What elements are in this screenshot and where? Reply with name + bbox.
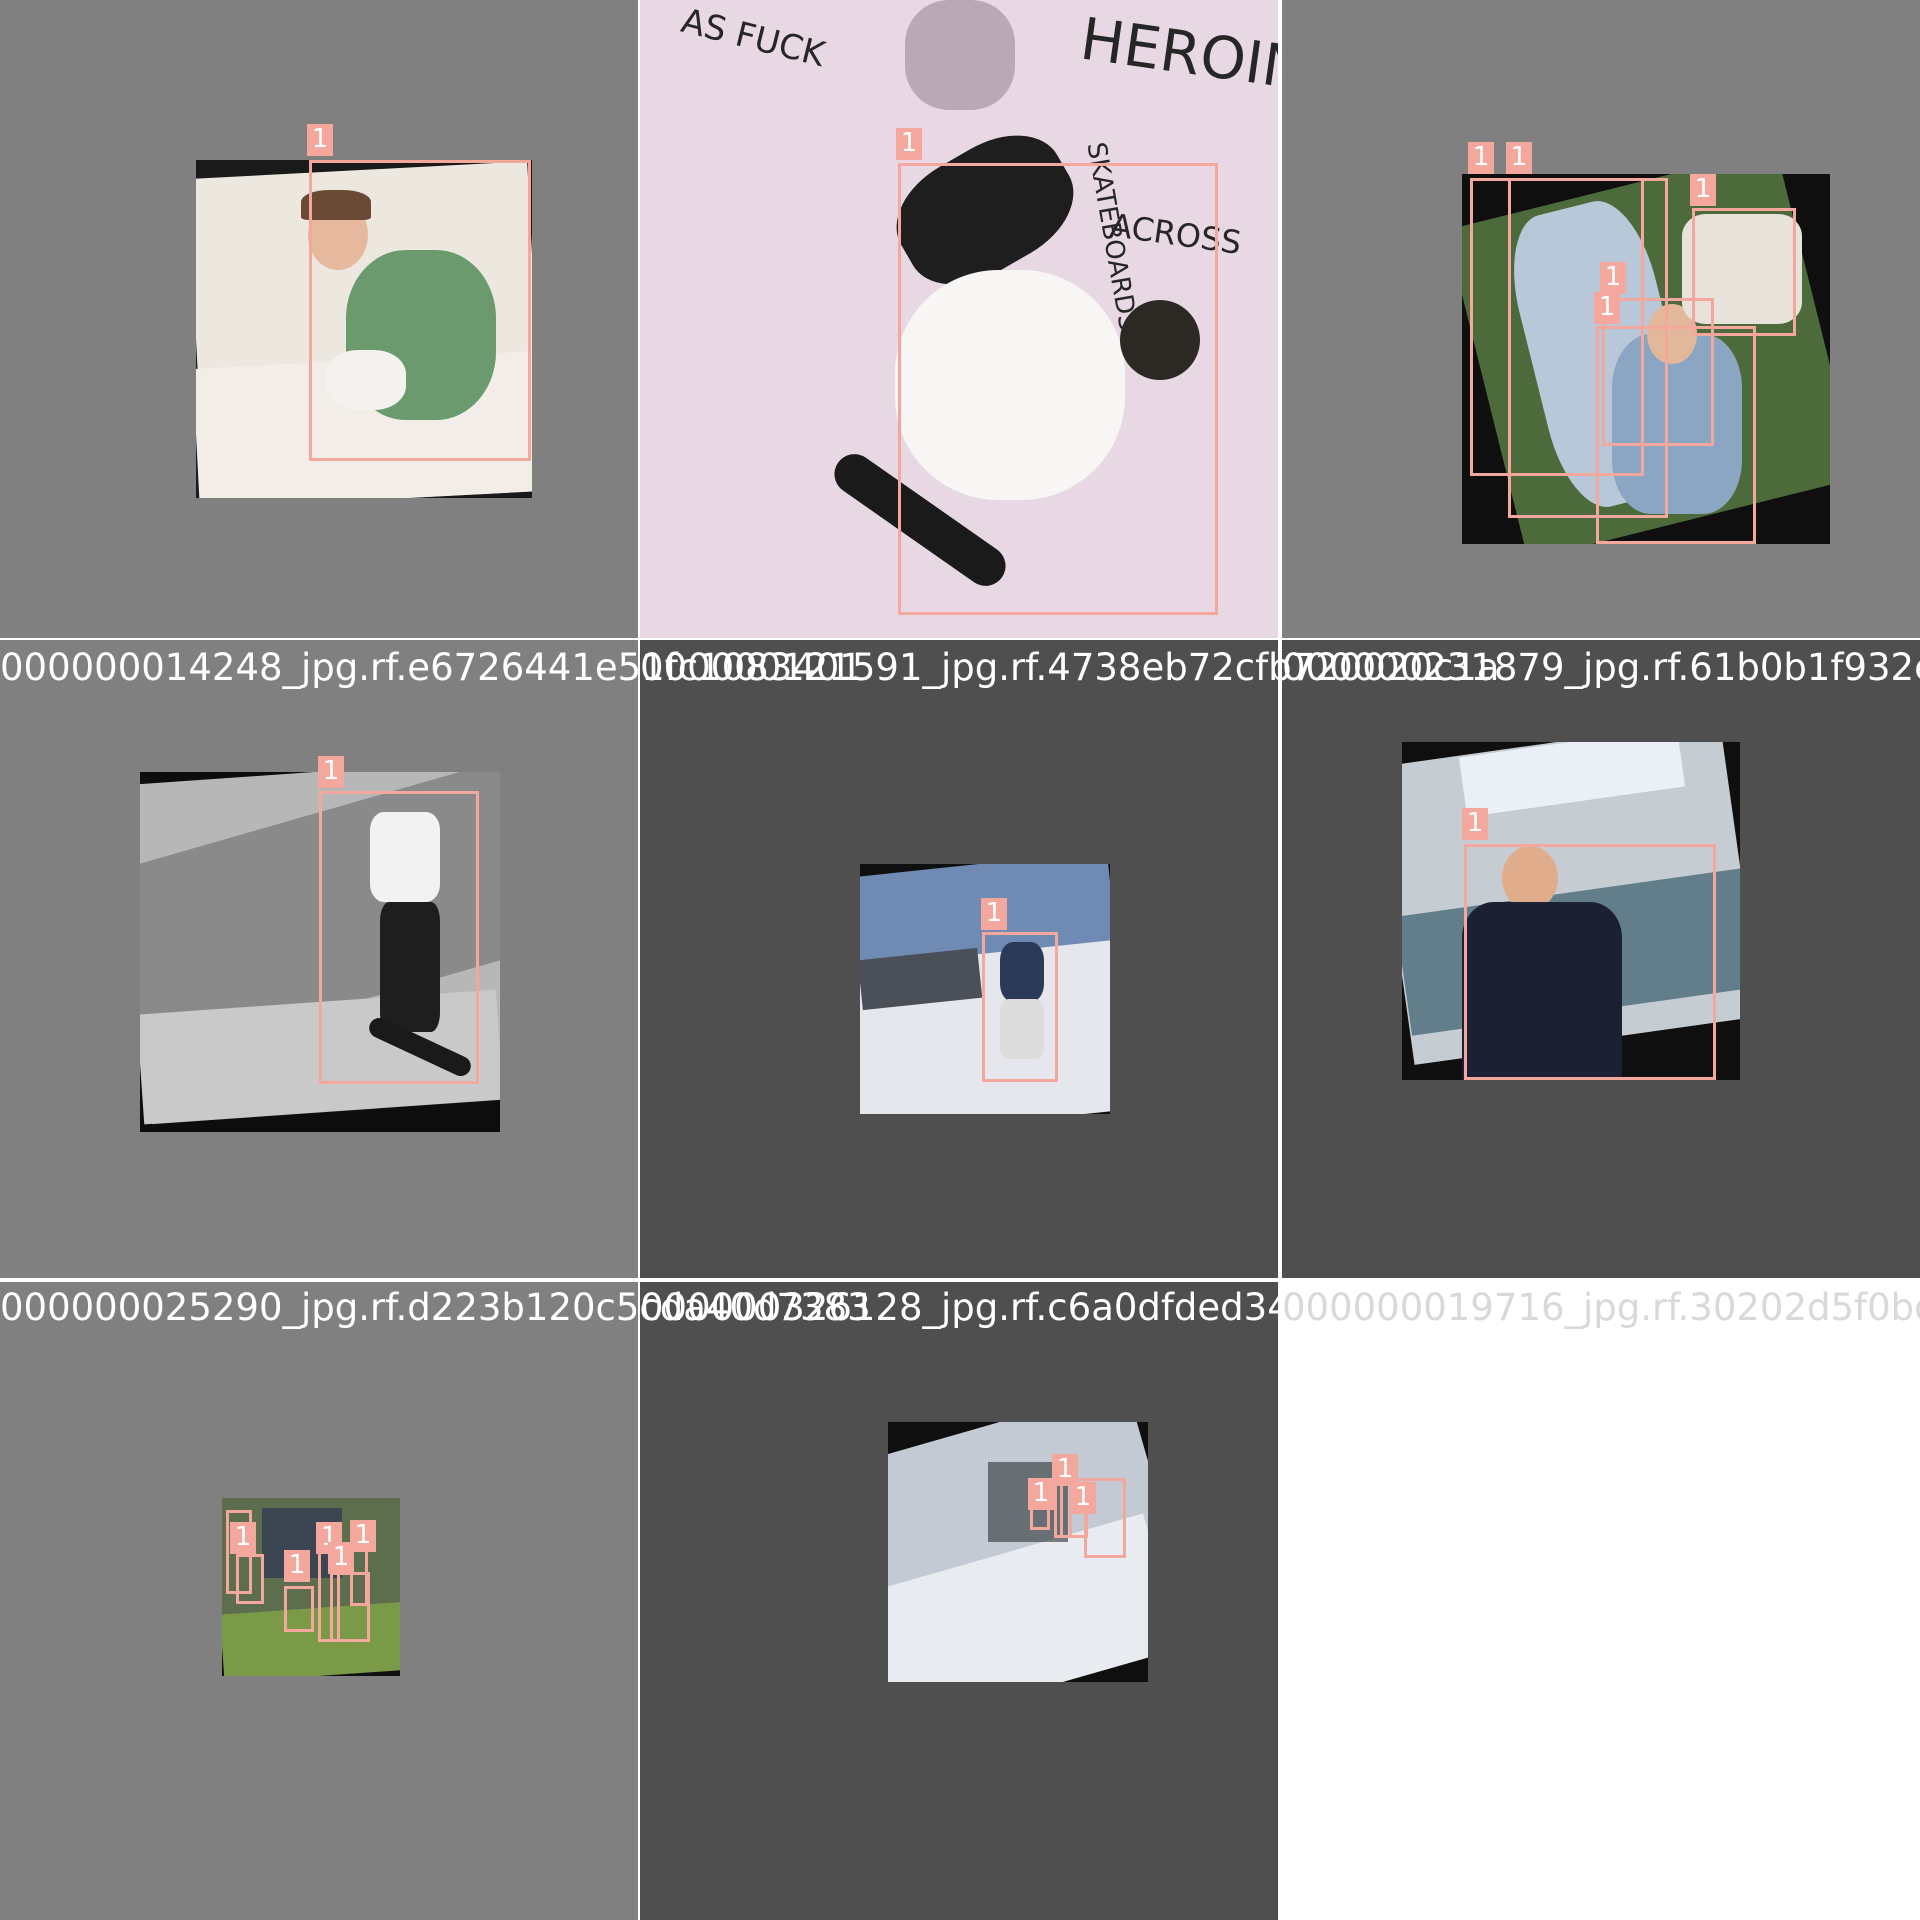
tile-2: HEROIN SKATEBOARDS ACROSS AS FUCK 1 [640, 0, 1278, 638]
tile-3: 1 1 1 1 1 [1282, 0, 1920, 638]
detection-label: 1 [896, 128, 922, 160]
detection-label: 1 [1690, 174, 1716, 206]
detection-label: 1 [1462, 808, 1488, 840]
graffiti-as-fuck: AS FUCK [677, 0, 829, 76]
image-caption: 000000019716_jpg.rf.30202d5f0bd68 [1282, 1286, 1920, 1329]
tile-8: 1 1 1 [640, 1282, 1278, 1920]
detection-label: 1 [1070, 1482, 1096, 1514]
detection-label: 1 [230, 1522, 256, 1554]
detection-box [284, 1586, 314, 1632]
detection-box [319, 791, 479, 1084]
detection-box [309, 160, 531, 461]
detection-label: 1 [307, 124, 333, 156]
graffiti-heroin: HEROIN [1076, 4, 1278, 104]
tile-1: 1 [0, 0, 638, 638]
detection-label: 1 [1506, 142, 1532, 174]
detection-label: 1 [1600, 262, 1626, 294]
detection-box [898, 163, 1218, 615]
detection-box [236, 1554, 264, 1604]
mosaic-grid: 1 HEROIN SKATEBOARDS ACROSS AS FUCK 1 1 [0, 0, 1920, 1920]
tile-5: 1 [640, 640, 1278, 1278]
detection-box [1596, 326, 1756, 544]
detection-box [1464, 844, 1716, 1080]
tile-7: 1 1 1 1 1 [0, 1282, 638, 1920]
detection-label: 1 [1594, 292, 1620, 324]
tile-4: 1 [0, 640, 638, 1278]
empty-tile [1282, 1282, 1920, 1920]
detection-label: 1 [350, 1520, 376, 1552]
detection-label: 1 [981, 898, 1007, 930]
detection-label: 1 [318, 756, 344, 788]
detection-label: 1 [284, 1550, 310, 1582]
detection-box [982, 932, 1058, 1082]
image-caption: 000000231879_jpg.rf.61b0b1f932eb0 [1282, 646, 1920, 689]
tile-6: 1 [1282, 640, 1920, 1278]
detection-label: 1 [1468, 142, 1494, 174]
detection-label: 1 [1028, 1478, 1054, 1510]
